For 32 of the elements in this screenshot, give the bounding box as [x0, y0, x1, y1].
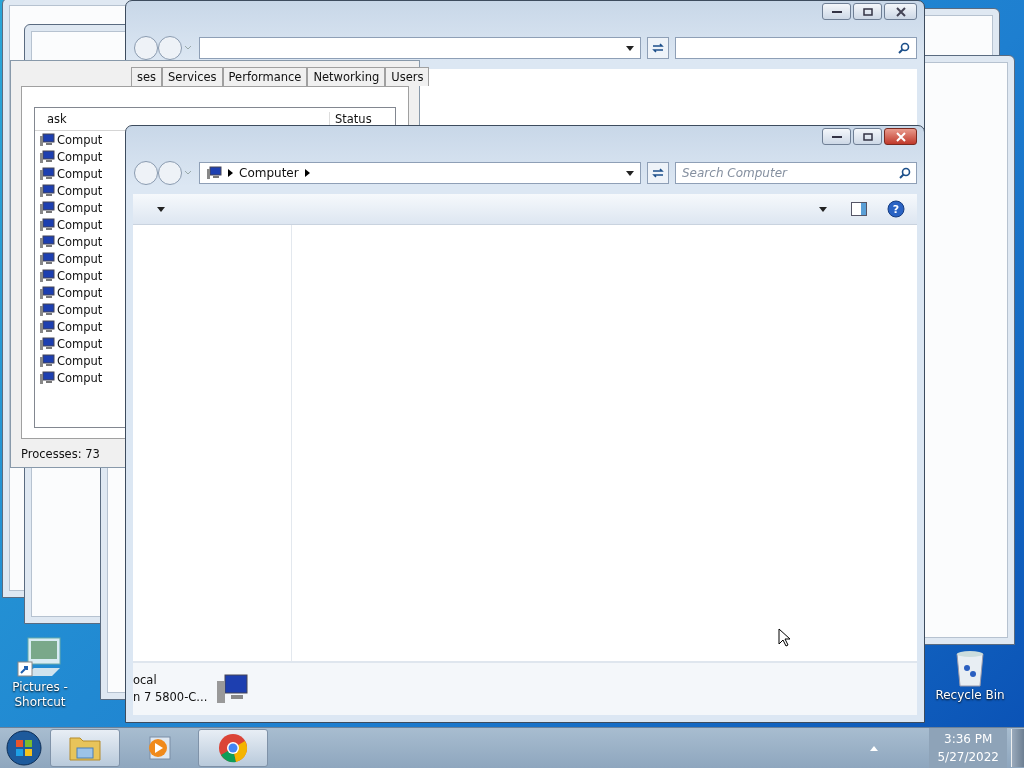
- help-icon[interactable]: ?: [887, 200, 905, 218]
- column-header[interactable]: ask: [35, 112, 329, 126]
- task-name: Comput: [57, 132, 103, 147]
- search-field[interactable]: Search Computer: [675, 162, 917, 184]
- task-name: Comput: [57, 251, 103, 266]
- tab[interactable]: ses: [131, 67, 163, 86]
- status-bar-text: Processes: 73: [21, 446, 101, 461]
- task-name: Comput: [57, 319, 103, 334]
- task-name: Comput: [57, 166, 103, 181]
- task-name: Comput: [57, 200, 103, 215]
- date-text: 5/27/2022: [937, 749, 999, 766]
- time-text: 3:36 PM: [943, 731, 994, 748]
- task-name: Comput: [57, 336, 103, 351]
- tab[interactable]: Services: [162, 67, 223, 86]
- task-name: Comput: [57, 217, 103, 232]
- task-name: Comput: [57, 149, 103, 164]
- desktop-icon-label[interactable]: Recycle Bin: [935, 688, 1005, 703]
- task-name: Comput: [57, 285, 103, 300]
- task-name: Comput: [57, 183, 103, 198]
- desktop-icon-label[interactable]: Pictures - Shortcut: [2, 680, 78, 710]
- tab[interactable]: Performance: [222, 67, 308, 86]
- address-bar[interactable]: Computer: [199, 162, 641, 184]
- breadcrumb[interactable]: Computer: [239, 166, 299, 180]
- details-text: n 7 5800-C...: [133, 689, 208, 706]
- tab[interactable]: Networking: [307, 67, 386, 86]
- task-name: Comput: [57, 302, 103, 317]
- task-name: Comput: [57, 268, 103, 283]
- task-name: Comput: [57, 353, 103, 368]
- task-name: Comput: [57, 370, 103, 385]
- details-text: ocal: [133, 672, 158, 689]
- task-name: Comput: [57, 234, 103, 249]
- tab[interactable]: Users: [385, 67, 430, 86]
